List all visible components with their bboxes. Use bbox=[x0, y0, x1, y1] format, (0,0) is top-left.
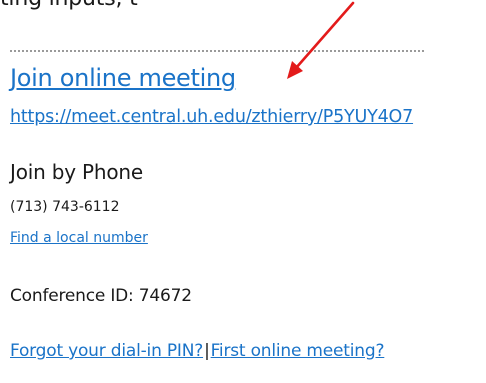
conference-id: Conference ID: 74672 bbox=[10, 286, 192, 306]
link-separator: | bbox=[204, 341, 210, 361]
join-by-phone-heading: Join by Phone bbox=[10, 160, 143, 184]
dotted-divider bbox=[10, 50, 424, 52]
cropped-top-text: ting inputs, t bbox=[0, 0, 138, 11]
find-local-number-link[interactable]: Find a local number bbox=[10, 230, 148, 246]
meeting-url-link[interactable]: https://meet.central.uh.edu/zthierry/P5Y… bbox=[10, 107, 413, 127]
forgot-pin-link[interactable]: Forgot your dial-in PIN? bbox=[10, 341, 203, 361]
first-online-meeting-link[interactable]: First online meeting? bbox=[211, 341, 385, 361]
join-online-meeting-link[interactable]: Join online meeting bbox=[10, 64, 236, 92]
red-arrow-icon bbox=[287, 1, 355, 79]
footer-links: Forgot your dial-in PIN?|First online me… bbox=[10, 341, 384, 361]
phone-number: (713) 743-6112 bbox=[10, 199, 120, 215]
